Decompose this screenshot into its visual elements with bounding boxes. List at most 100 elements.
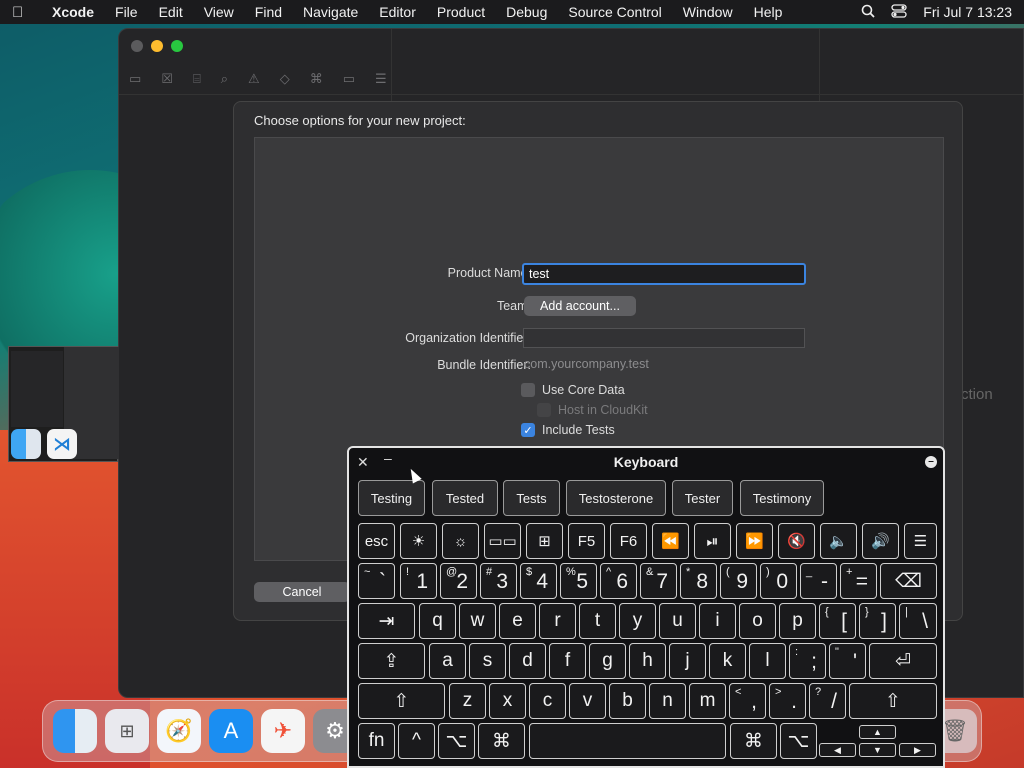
menu-source-control[interactable]: Source Control	[568, 4, 661, 20]
use-core-data-checkbox[interactable]	[521, 383, 535, 397]
key-brightness-up[interactable]: ☼	[442, 523, 479, 559]
key-list[interactable]: ☰	[904, 523, 937, 559]
key-p[interactable]: p	[779, 603, 816, 639]
key-play-pause[interactable]: ⏯	[694, 523, 731, 559]
key-slash[interactable]: ? /	[809, 683, 846, 719]
key-right-command[interactable]: ⌘	[730, 723, 777, 759]
key-right-option[interactable]: ⌥	[780, 723, 817, 759]
key-backtick[interactable]: ~ `	[358, 563, 395, 599]
key-1[interactable]: ! 1	[400, 563, 437, 599]
key-backslash[interactable]: | \	[899, 603, 937, 639]
menu-clock[interactable]: Fri Jul 7 13:23	[923, 4, 1012, 20]
suggestion-button[interactable]: Tester	[672, 480, 733, 516]
key-left-option[interactable]: ⌥	[438, 723, 475, 759]
key-mission-control[interactable]: ▭▭	[484, 523, 521, 559]
close-window-button[interactable]	[131, 40, 143, 52]
symbol-icon[interactable]: ⌸	[193, 71, 201, 87]
key-r[interactable]: r	[539, 603, 576, 639]
app-store-icon[interactable]: A	[209, 709, 253, 753]
key-return[interactable]: ⏎	[869, 643, 937, 679]
menu-file[interactable]: File	[115, 4, 138, 20]
key-fast-forward[interactable]: ⏩	[736, 523, 773, 559]
product-name-input[interactable]: test	[522, 263, 806, 285]
key-rewind[interactable]: ⏪	[652, 523, 689, 559]
key-caps-lock[interactable]: ⇪	[358, 643, 425, 679]
finder-icon[interactable]	[53, 709, 97, 753]
control-center-icon[interactable]	[891, 3, 907, 21]
key-l[interactable]: l	[749, 643, 786, 679]
include-tests-checkbox[interactable]: ✓	[521, 423, 535, 437]
key-left-bracket[interactable]: {[	[819, 603, 856, 639]
menu-navigate[interactable]: Navigate	[303, 4, 358, 20]
key-f5[interactable]: F5	[568, 523, 605, 559]
warning-icon[interactable]: ⚠	[248, 71, 260, 87]
key-minus[interactable]: _ -	[800, 563, 837, 599]
key-volume-down[interactable]: 🔈	[820, 523, 857, 559]
apple-menu-icon[interactable]: 	[12, 4, 34, 21]
key-arrow-up[interactable]: ▲	[859, 725, 896, 739]
key-a[interactable]: a	[429, 643, 466, 679]
key-control[interactable]: ^	[398, 723, 435, 759]
spotlight-search-icon[interactable]	[861, 4, 875, 21]
key-launchpad[interactable]: ⊞	[526, 523, 563, 559]
key-i[interactable]: i	[699, 603, 736, 639]
key-3[interactable]: #3	[480, 563, 517, 599]
menu-edit[interactable]: Edit	[159, 4, 183, 20]
key-h[interactable]: h	[629, 643, 666, 679]
key-arrow-left[interactable]: ◀	[819, 743, 856, 757]
use-core-data-option[interactable]: Use Core Data	[521, 383, 625, 397]
key-q[interactable]: q	[419, 603, 456, 639]
key-f[interactable]: f	[549, 643, 586, 679]
source-control-icon[interactable]: ☒	[161, 71, 173, 87]
cancel-button[interactable]: Cancel	[254, 582, 350, 602]
minimize-window-button[interactable]	[151, 40, 163, 52]
key-7[interactable]: & 7	[640, 563, 677, 599]
key-right-bracket[interactable]: }]	[859, 603, 896, 639]
key-fn[interactable]: fn	[358, 723, 395, 759]
desktop-window-thumbnail[interactable]: ⋊	[8, 346, 119, 462]
key-delete[interactable]: ⌫	[880, 563, 937, 599]
key-period[interactable]: >.	[769, 683, 806, 719]
key-mute[interactable]: 🔇	[778, 523, 815, 559]
key-j[interactable]: j	[669, 643, 706, 679]
key-d[interactable]: d	[509, 643, 546, 679]
key-5[interactable]: % 5	[560, 563, 597, 599]
key-brightness-down[interactable]: ☀	[400, 523, 437, 559]
key-8[interactable]: * 8	[680, 563, 717, 599]
key-m[interactable]: m	[689, 683, 726, 719]
key-n[interactable]: n	[649, 683, 686, 719]
key-6[interactable]: ^ 6	[600, 563, 637, 599]
more-options-icon[interactable]: –	[925, 456, 937, 468]
suggestion-button[interactable]: Tests	[503, 480, 560, 516]
key-arrow-right[interactable]: ▶	[899, 743, 936, 757]
find-icon[interactable]: ⌕	[221, 71, 228, 87]
key-0[interactable]: ) 0	[760, 563, 797, 599]
key-e[interactable]: e	[499, 603, 536, 639]
key-equals[interactable]: + =	[840, 563, 877, 599]
debug-icon[interactable]: ⌘	[310, 71, 323, 87]
swift-icon[interactable]: ✈	[261, 709, 305, 753]
menu-editor[interactable]: Editor	[379, 4, 416, 20]
key-right-shift[interactable]: ⇧	[849, 683, 937, 719]
key-left-command[interactable]: ⌘	[478, 723, 525, 759]
key-volume-up[interactable]: 🔊	[862, 523, 899, 559]
include-tests-option[interactable]: ✓ Include Tests	[521, 423, 615, 437]
key-w[interactable]: w	[459, 603, 496, 639]
suggestion-button[interactable]: Testosterone	[566, 480, 666, 516]
vscode-icon[interactable]: ⋊	[47, 429, 77, 459]
key-semicolon[interactable]: :;	[789, 643, 826, 679]
safari-icon[interactable]: 🧭	[157, 709, 201, 753]
menu-find[interactable]: Find	[255, 4, 282, 20]
key-b[interactable]: b	[609, 683, 646, 719]
menu-view[interactable]: View	[204, 4, 234, 20]
key-s[interactable]: s	[469, 643, 506, 679]
key-space[interactable]	[529, 723, 726, 759]
key-g[interactable]: g	[589, 643, 626, 679]
key-t[interactable]: t	[579, 603, 616, 639]
key-quote[interactable]: " '	[829, 643, 866, 679]
key-v[interactable]: v	[569, 683, 606, 719]
key-2[interactable]: @2	[440, 563, 477, 599]
add-account-button[interactable]: Add account...	[524, 296, 636, 316]
key-c[interactable]: c	[529, 683, 566, 719]
launchpad-icon[interactable]: ⊞	[105, 709, 149, 753]
